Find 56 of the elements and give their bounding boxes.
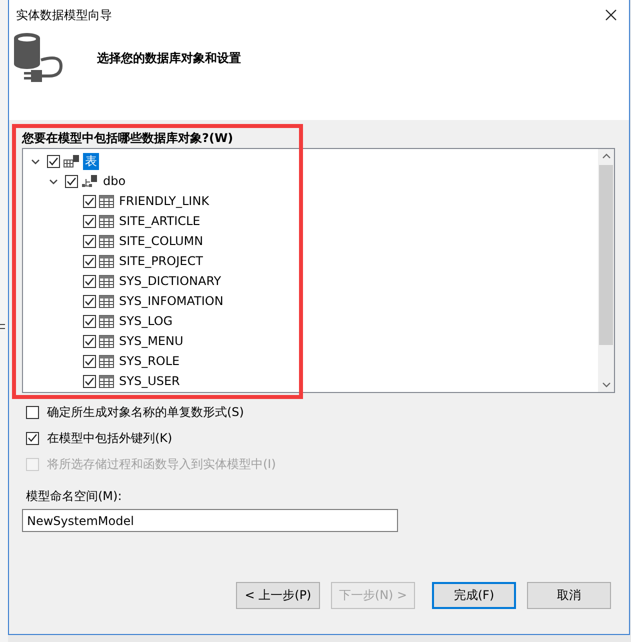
checkbox[interactable] (83, 334, 96, 348)
option-label: 在模型中包括外键列(K) (47, 430, 172, 446)
table-icon (99, 374, 114, 388)
checkbox[interactable] (47, 154, 60, 168)
tree-item[interactable]: SITE_ARTICLE (117, 212, 202, 230)
table-icon (99, 354, 114, 368)
wizard-button[interactable]: < 上一步(P) (236, 582, 320, 609)
expand-chevron-icon[interactable] (31, 156, 40, 166)
tables-icon (63, 154, 80, 168)
window-title: 实体数据模型向导 (16, 6, 112, 24)
namespace-label: 模型命名空间(M): (26, 488, 123, 505)
tree-item[interactable]: SITE_PROJECT (117, 252, 205, 270)
checkbox[interactable] (83, 374, 96, 388)
tree-item[interactable]: SYS_LOG (117, 312, 175, 330)
checkbox[interactable] (65, 174, 78, 188)
checkbox[interactable] (83, 254, 96, 268)
page-heading: 选择您的数据库对象和设置 (97, 50, 241, 66)
checkbox[interactable] (83, 274, 96, 288)
tree-item[interactable]: SYS_MENU (117, 332, 186, 350)
tree-item[interactable]: SYS_DICTIONARY (117, 272, 224, 290)
tree-item[interactable]: SITE_COLUMN (117, 232, 206, 250)
expand-chevron-icon[interactable] (49, 176, 58, 186)
scroll-up-icon[interactable] (602, 153, 610, 159)
tree-item[interactable]: dbo (101, 172, 128, 190)
scrollbar[interactable] (598, 149, 614, 392)
close-icon[interactable] (605, 9, 617, 21)
checkbox[interactable] (26, 432, 39, 444)
checkbox[interactable] (83, 234, 96, 248)
tree-item[interactable]: 表 (83, 152, 99, 170)
objects-label: 您要在模型中包括哪些数据库对象?(W) (22, 130, 234, 147)
namespace-field[interactable]: NewSystemModel (22, 509, 398, 532)
scroll-down-icon[interactable] (602, 382, 610, 388)
tree-item[interactable]: FRIENDLY_LINK (117, 192, 212, 210)
table-icon (99, 234, 114, 248)
table-icon (99, 314, 114, 328)
schema-icon (81, 174, 98, 188)
checkbox[interactable] (83, 314, 96, 328)
wizard-button[interactable]: 取消 (527, 582, 611, 609)
checkbox[interactable] (83, 294, 96, 308)
table-icon (99, 254, 114, 268)
checkbox[interactable] (83, 214, 96, 228)
checkbox[interactable] (83, 194, 96, 208)
checkbox[interactable] (26, 406, 39, 418)
option-label: 将所选存储过程和函数导入到实体模型中(I) (47, 456, 276, 472)
table-icon (99, 294, 114, 308)
tree-item[interactable]: SYS_INFOMATION (117, 292, 226, 310)
table-icon (99, 214, 114, 228)
table-icon (99, 334, 114, 348)
divider-mark (0, 324, 5, 328)
option-label: 确定所生成对象名称的单复数形式(S) (47, 404, 244, 420)
table-icon (99, 194, 114, 208)
tree-item[interactable]: SYS_ROLE (117, 352, 182, 370)
wizard-button[interactable]: 完成(F) (432, 582, 516, 609)
tree-item[interactable]: SYS_USER (117, 372, 182, 390)
table-icon (99, 274, 114, 288)
checkbox[interactable] (83, 354, 96, 368)
